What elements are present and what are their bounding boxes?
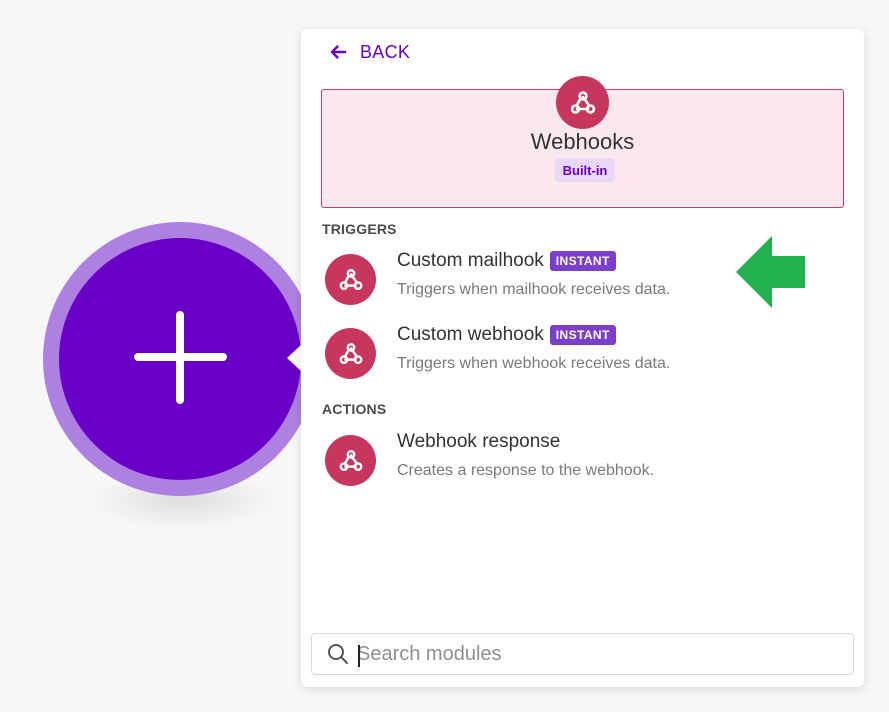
app-title: Webhooks (530, 129, 635, 154)
search-input[interactable] (357, 639, 837, 669)
module-title-row: Webhook response (397, 431, 560, 453)
webhook-icon (339, 268, 362, 290)
add-module-button[interactable] (43, 222, 317, 496)
module-title: Custom webhook (397, 324, 544, 345)
section-label-triggers: TRIGGERS (322, 221, 397, 237)
module-icon (325, 254, 376, 305)
arrow-left-icon (330, 45, 347, 59)
module-title: Webhook response (397, 431, 561, 452)
module-icon (325, 435, 376, 486)
webhook-icon (339, 449, 362, 471)
module-picker-panel: BACK Webhooks Built-in TRIGGERS Custom m… (301, 29, 864, 687)
module-description: Triggers when mailhook receives data. (397, 281, 671, 298)
panel-pointer (287, 344, 302, 372)
instant-badge: INSTANT (549, 251, 616, 271)
app-logo (556, 76, 609, 129)
module-title: Custom mailhook (397, 250, 544, 271)
webhook-icon (570, 90, 595, 114)
module-webhook-response[interactable]: Webhook response Creates a response to t… (315, 431, 849, 497)
module-title-row: Custom webhook INSTANT (397, 324, 616, 346)
search-box (311, 633, 854, 675)
built-in-badge: Built-in (555, 158, 615, 182)
module-custom-webhook[interactable]: Custom webhook INSTANT Triggers when web… (315, 324, 849, 390)
back-button[interactable]: BACK (328, 39, 410, 65)
section-label-actions: ACTIONS (322, 401, 387, 417)
module-description: Creates a response to the webhook. (397, 462, 655, 479)
module-description: Triggers when webhook receives data. (397, 355, 671, 372)
text-caret (358, 645, 360, 667)
left-arrow-icon (736, 236, 805, 308)
back-label: BACK (360, 41, 411, 62)
instant-badge: INSTANT (549, 325, 616, 345)
search-icon (328, 644, 348, 664)
webhook-icon (339, 342, 362, 364)
module-title-row: Custom mailhook INSTANT (397, 250, 616, 272)
module-icon (325, 328, 376, 379)
